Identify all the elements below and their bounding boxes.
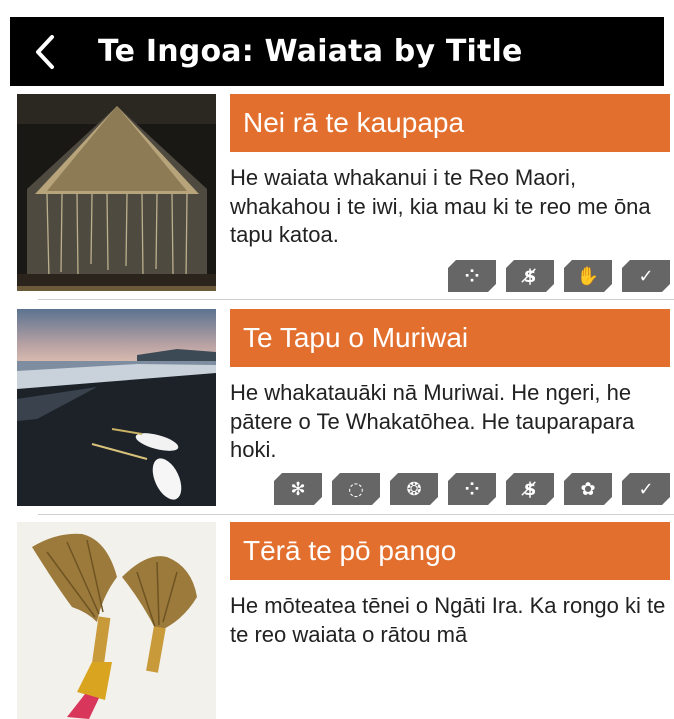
item-title: Nei rā te kaupapa <box>230 94 670 152</box>
item-description: He waiata whakanui i te Reo Maori, whaka… <box>230 165 651 247</box>
category-icons: ⁘ $̸ ✋ ✓ <box>448 260 670 292</box>
check-icon[interactable]: ✓ <box>622 473 670 505</box>
item-title: Tērā te pō pango <box>230 522 670 580</box>
plant-icon[interactable]: ✿ <box>564 473 612 505</box>
chevron-left-icon <box>36 34 54 69</box>
item-description: He mōteatea tēnei o Ngāti Ira. Ka rongo … <box>230 593 666 647</box>
item-description: He whakatauāki nā Muriwai. He ngeri, he … <box>230 380 635 462</box>
divider <box>38 514 674 515</box>
divider <box>38 299 674 300</box>
item-title: Te Tapu o Muriwai <box>230 309 670 367</box>
no-money-icon[interactable]: $̸ <box>506 473 554 505</box>
swirl-icon[interactable]: ❂ <box>390 473 438 505</box>
back-button[interactable] <box>10 17 80 86</box>
hand-icon[interactable]: ✋ <box>564 260 612 292</box>
circle-icon[interactable]: ◌ <box>332 473 380 505</box>
pattern-icon[interactable]: ⁘ <box>448 473 496 505</box>
check-icon[interactable]: ✓ <box>622 260 670 292</box>
header-bar: Te Ingoa: Waiata by Title <box>10 17 664 86</box>
category-icons: ✻ ◌ ❂ ⁘ $̸ ✿ ✓ <box>274 473 670 505</box>
sparkle-icon[interactable]: ✻ <box>274 473 322 505</box>
page-title: Te Ingoa: Waiata by Title <box>98 34 523 69</box>
no-money-icon[interactable]: $̸ <box>506 260 554 292</box>
thumbnail-image <box>17 94 216 291</box>
pattern-icon[interactable]: ⁘ <box>448 260 496 292</box>
thumbnail-image <box>17 522 216 719</box>
thumbnail-image <box>17 309 216 506</box>
